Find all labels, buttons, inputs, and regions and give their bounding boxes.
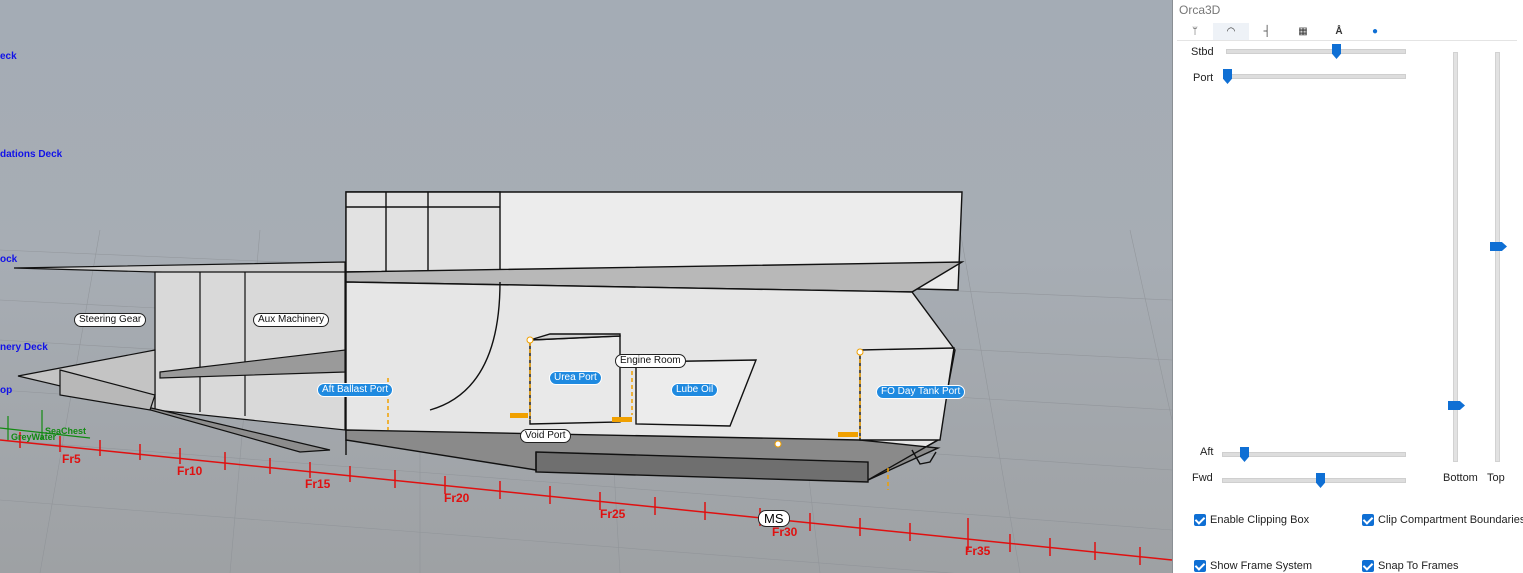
fwd-slider-thumb[interactable] — [1316, 473, 1325, 488]
top-label: Top — [1487, 472, 1505, 484]
port-slider-thumb[interactable] — [1223, 69, 1232, 84]
aft-slider-thumb[interactable] — [1240, 447, 1249, 462]
bottom-slider-thumb[interactable] — [1448, 401, 1465, 410]
tab-view[interactable]: ◠ — [1213, 23, 1249, 40]
port-label: Port — [1193, 72, 1214, 84]
checkbox-checked-icon — [1362, 560, 1374, 572]
tank-label[interactable]: FO Day Tank Port — [876, 385, 966, 399]
port-slider-track[interactable] — [1226, 74, 1406, 79]
panel-title: Orca3D — [1179, 3, 1221, 17]
antenna-icon: ᛘ — [1192, 26, 1198, 37]
checkbox-checked-icon — [1194, 560, 1206, 572]
fwd-slider-track[interactable] — [1222, 478, 1406, 483]
checkbox-label: Show Frame System — [1210, 560, 1313, 572]
top-slider-thumb[interactable] — [1490, 242, 1507, 251]
green-label: GreyWater — [11, 432, 57, 442]
bottom-label: Bottom — [1443, 472, 1478, 484]
frame-label: Fr30 — [772, 525, 798, 539]
frame-label: Fr15 — [305, 477, 331, 491]
frame-label: Fr5 — [62, 452, 81, 466]
aft-slider-track[interactable] — [1222, 452, 1406, 457]
stbd-label: Stbd — [1191, 46, 1214, 58]
3d-viewport[interactable]: eck dations Deck ock nery Deck op Steeri… — [0, 0, 1173, 573]
model-canvas — [0, 191, 1172, 573]
compartment-label[interactable]: Steering Gear — [74, 313, 147, 327]
stbd-slider-thumb[interactable] — [1332, 44, 1341, 59]
frame-label: Fr10 — [177, 464, 203, 478]
compartment-label[interactable]: Engine Room — [615, 354, 686, 368]
frame-label: Fr35 — [965, 544, 991, 558]
frame-label: Fr25 — [600, 507, 626, 521]
aft-label: Aft — [1200, 446, 1214, 458]
person-icon: Å — [1335, 26, 1343, 37]
checkbox-label: Snap To Frames — [1378, 560, 1459, 572]
info-icon: ● — [1371, 26, 1379, 37]
deck-label: op — [0, 385, 13, 396]
tab-grid[interactable]: ▦ — [1285, 23, 1321, 40]
stbd-slider-track[interactable] — [1226, 49, 1406, 54]
snap-to-frames-checkbox[interactable]: Snap To Frames — [1362, 560, 1459, 572]
top-slider-track[interactable] — [1495, 52, 1500, 462]
tank-label[interactable]: Lube Oil — [671, 383, 719, 397]
tab-person[interactable]: Å — [1321, 23, 1357, 40]
bottom-slider-track[interactable] — [1453, 52, 1458, 462]
deck-label: eck — [0, 51, 17, 62]
tab-axis[interactable]: ┤ — [1249, 23, 1285, 40]
panel-tabs: ᛘ ◠ ┤ ▦ Å ● — [1177, 23, 1517, 41]
checkbox-checked-icon — [1362, 514, 1374, 526]
deck-label: dations Deck — [0, 149, 63, 160]
enable-clipping-box-checkbox[interactable]: Enable Clipping Box — [1194, 514, 1309, 526]
tank-label[interactable]: Urea Port — [549, 371, 602, 385]
main-hull — [345, 191, 965, 483]
orca3d-panel: Orca3D ᛘ ◠ ┤ ▦ Å ● Stbd Port Aft Fwd Bot… — [1173, 0, 1523, 573]
compartment-label[interactable]: Void Port — [520, 429, 571, 443]
tab-info[interactable]: ● — [1357, 23, 1393, 40]
frame-label: Fr20 — [444, 491, 470, 505]
tab-antenna[interactable]: ᛘ — [1177, 23, 1213, 40]
eye-icon: ◠ — [1226, 26, 1236, 37]
grid-icon: ▦ — [1298, 26, 1308, 37]
midship-label: MS — [758, 510, 790, 527]
deck-label: nery Deck — [0, 342, 48, 353]
compartment-label[interactable]: Aux Machinery — [253, 313, 330, 327]
aft-hull — [13, 261, 346, 453]
clip-compartment-boundaries-checkbox[interactable]: Clip Compartment Boundaries — [1362, 514, 1523, 526]
tank-label[interactable]: Aft Ballast Port — [317, 383, 394, 397]
checkbox-label: Clip Compartment Boundaries — [1378, 514, 1523, 526]
axis-icon: ┤ — [1263, 26, 1271, 37]
checkbox-checked-icon — [1194, 514, 1206, 526]
show-frame-system-checkbox[interactable]: Show Frame System — [1194, 560, 1312, 572]
fwd-label: Fwd — [1192, 472, 1213, 484]
deck-label: ock — [0, 254, 18, 265]
checkbox-label: Enable Clipping Box — [1210, 514, 1310, 526]
